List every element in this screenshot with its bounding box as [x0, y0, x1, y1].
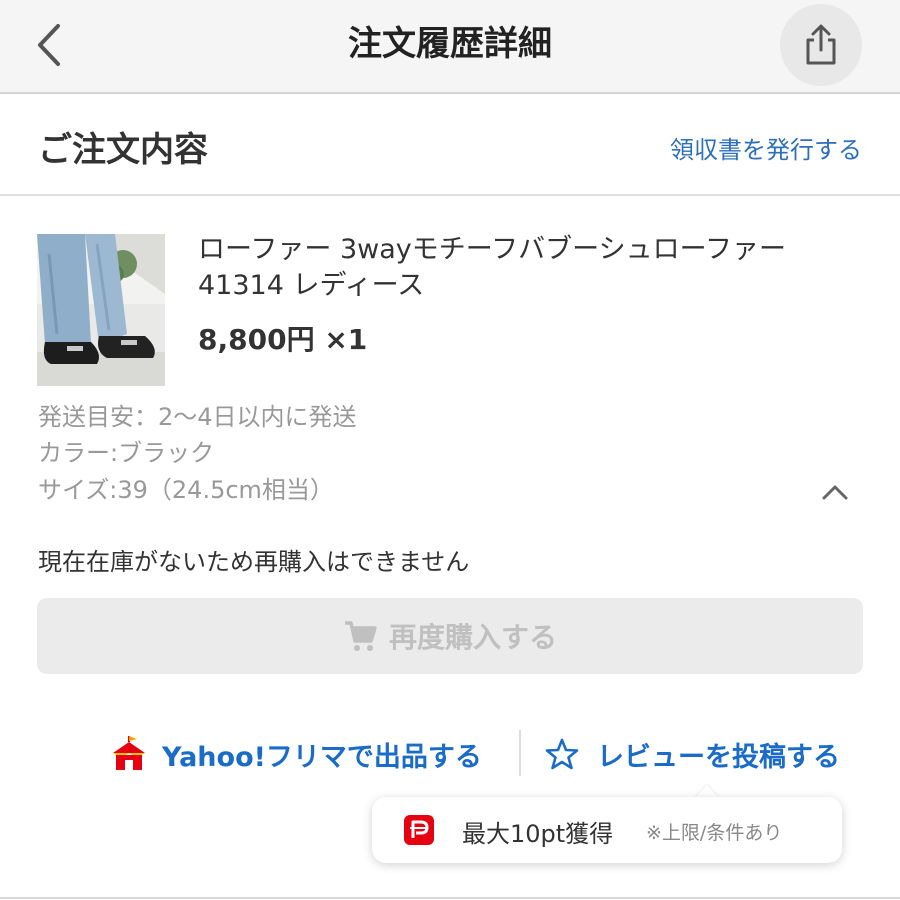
product-quantity: ×1: [324, 323, 368, 356]
share-icon: [806, 24, 836, 65]
page-title: 注文履歴詳細: [348, 24, 552, 64]
product-price: 8,800円: [198, 323, 315, 356]
product-name-line1: ローファー 3wayモチーフバブーシュローファー: [198, 234, 786, 265]
product-image[interactable]: [37, 234, 165, 386]
list-on-flea-market-button[interactable]: Yahoo!フリマで出品する: [110, 732, 482, 776]
section-title: ご注文内容: [38, 130, 208, 170]
bottom-divider: [0, 897, 900, 899]
points-tooltip: 最大10pt獲得 ※上限/条件あり: [372, 797, 842, 863]
write-review-button[interactable]: レビューを投稿する: [545, 732, 840, 776]
price-quantity: 8,800円 ×1: [198, 318, 367, 358]
paypay-icon: [404, 815, 434, 845]
shipping-estimate: 発送目安：2〜4日以内に発送: [38, 403, 357, 431]
cart-icon: [344, 621, 377, 651]
action-row: Yahoo!フリマで出品する レビューを投稿する: [0, 724, 900, 784]
collapse-button[interactable]: [820, 478, 850, 512]
chevron-up-icon: [822, 485, 848, 500]
share-button[interactable]: [780, 4, 862, 86]
product-color: カラー:ブラック: [38, 439, 215, 467]
tent-icon: [113, 736, 145, 770]
product-size: サイズ:39（24.5cm相当）: [38, 476, 334, 504]
review-label: レビューを投稿する: [597, 741, 840, 773]
star-icon: [545, 738, 579, 770]
flea-market-label: Yahoo!フリマで出品する: [162, 741, 482, 773]
product-name-line2: 41314 レディース: [198, 270, 425, 301]
points-conditions: ※上限/条件あり: [646, 822, 783, 844]
rebuy-button[interactable]: 再度購入する: [37, 598, 863, 674]
divider: [519, 730, 521, 776]
top-bar: 注文履歴詳細: [0, 0, 900, 94]
points-amount: 最大10pt獲得: [462, 820, 614, 848]
out-of-stock-notice: 現在在庫がないため再購入はできません: [38, 548, 470, 576]
issue-receipt-link[interactable]: 領収書を発行する: [670, 130, 862, 165]
order-section-header: ご注文内容 領収書を発行する: [0, 94, 900, 196]
product-name[interactable]: ローファー 3wayモチーフバブーシュローファー 41314 レディース: [198, 232, 858, 304]
rebuy-label: 再度購入する: [388, 622, 557, 653]
